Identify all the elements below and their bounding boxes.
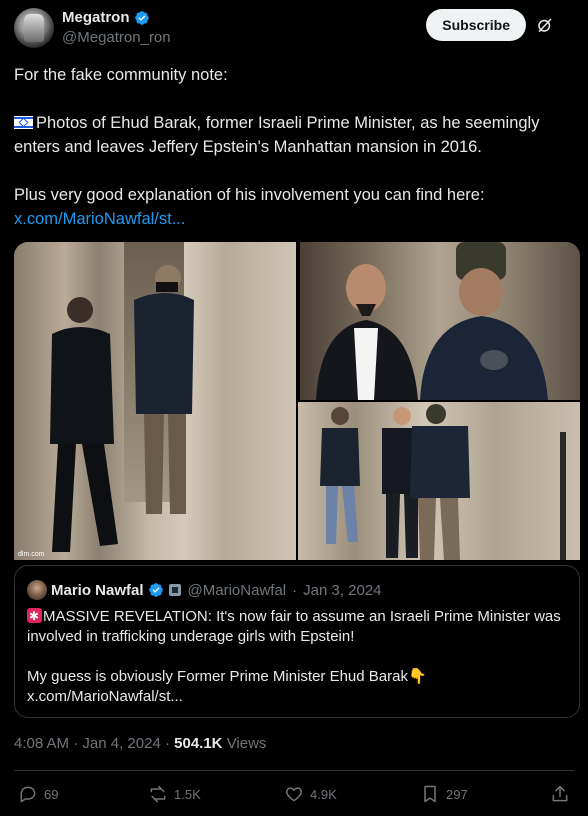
reply-count: 69 — [44, 786, 59, 802]
photo-top-right[interactable] — [300, 242, 580, 400]
quoted-author-handle[interactable]: @MarioNawfal — [188, 582, 287, 599]
tweet-body: For the fake community note: Photos of E… — [14, 63, 574, 231]
tweet-header: Megatron @Megatron_ron Subscribe — [14, 6, 574, 50]
person-figure — [320, 404, 566, 560]
photo-left[interactable]: dlm.com — [14, 242, 296, 560]
quoted-tweet-date[interactable]: Jan 3, 2024 — [303, 582, 381, 599]
person-figure — [50, 297, 118, 552]
heart-icon — [285, 787, 303, 802]
tweet-line-1: For the fake community note: — [14, 66, 228, 84]
bookmark-count: 297 — [446, 786, 468, 802]
quoted-text-1: MASSIVE REVELATION: It's now fair to ass… — [27, 606, 569, 647]
quoted-tweet-header: Mario Nawfal @MarioNawfal · Jan 3, 2024 — [27, 580, 382, 600]
photo-grid[interactable]: dlm.com — [14, 242, 580, 560]
israel-flag-icon — [14, 116, 33, 129]
photo-bottom-right[interactable] — [298, 402, 580, 560]
quoted-tweet[interactable]: Mario Nawfal @MarioNawfal · Jan 3, 2024 … — [14, 565, 580, 718]
author-avatar[interactable] — [14, 8, 54, 48]
tweet-line-2: Photos of Ehud Barak, former Israeli Pri… — [14, 111, 574, 159]
tweet-link[interactable]: x.com/MarioNawfal/st... — [14, 210, 185, 228]
verified-badge-icon — [134, 10, 149, 25]
tweet-date[interactable]: Jan 4, 2024 — [82, 735, 160, 752]
person-figure — [134, 265, 194, 514]
tweet-line-2-text: Photos of Ehud Barak, former Israeli Pri… — [14, 114, 540, 156]
views-count: 504.1K — [174, 735, 223, 752]
grok-icon[interactable] — [536, 16, 554, 34]
share-icon — [552, 785, 568, 802]
author-name[interactable]: Megatron — [62, 9, 130, 26]
bookmark-icon — [424, 785, 436, 803]
pointing-down-icon: 👇 — [407, 668, 427, 685]
tweet-time[interactable]: 4:08 AM — [14, 735, 69, 752]
tweet-line-3: Plus very good explanation of his involv… — [14, 186, 485, 204]
views-label: Views — [226, 735, 267, 752]
affiliate-badge-icon — [168, 584, 181, 596]
quoted-text-2: My guess is obviously Former Prime Minis… — [27, 668, 427, 685]
tweet-meta: 4:08 AM · Jan 4, 2024 · 504.1K Views — [14, 735, 267, 752]
verified-badge-icon — [148, 583, 163, 597]
share-button[interactable] — [550, 784, 570, 804]
quoted-tweet-body: MASSIVE REVELATION: It's now fair to ass… — [27, 606, 569, 707]
siren-icon — [27, 606, 42, 626]
photo-watermark: dlm.com — [18, 551, 45, 558]
like-count: 4.9K — [310, 786, 337, 802]
quoted-author-avatar[interactable] — [27, 580, 47, 600]
repost-icon — [150, 785, 166, 803]
reply-button[interactable]: 69 — [18, 784, 58, 804]
tweet-actions: 69 1.5K 4.9K 297 — [14, 784, 574, 808]
author-name-row: Megatron — [62, 9, 150, 26]
repost-count: 1.5K — [174, 786, 201, 802]
divider — [14, 770, 574, 771]
quoted-link[interactable]: x.com/MarioNawfal/st... — [27, 688, 183, 705]
author-handle[interactable]: @Megatron_ron — [62, 29, 171, 46]
subscribe-button[interactable]: Subscribe — [426, 9, 526, 41]
quoted-author-name[interactable]: Mario Nawfal — [51, 582, 144, 599]
person-figure — [316, 264, 418, 400]
repost-button[interactable]: 1.5K — [148, 784, 201, 804]
person-figure — [420, 242, 548, 400]
like-button[interactable]: 4.9K — [284, 784, 337, 804]
reply-icon — [20, 786, 36, 803]
bookmark-button[interactable]: 297 — [420, 784, 468, 804]
